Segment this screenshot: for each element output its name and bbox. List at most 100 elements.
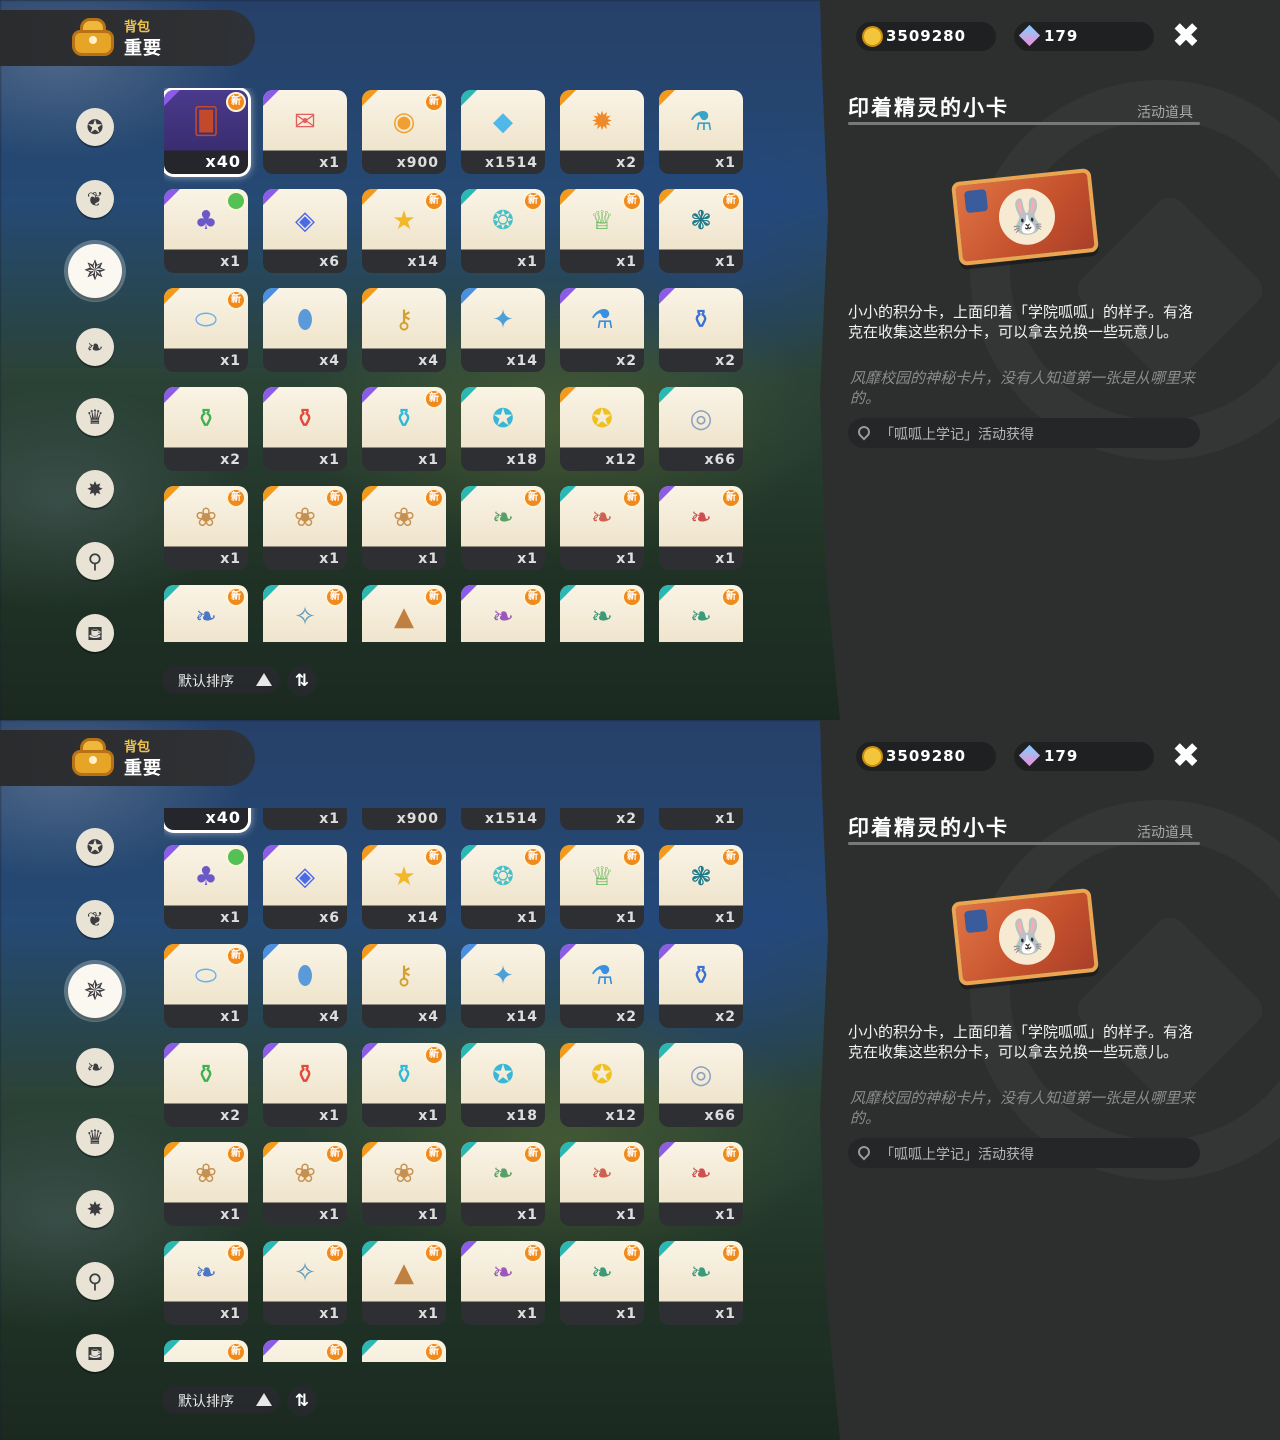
inventory-slot[interactable]: ❀ x1 新 xyxy=(362,486,446,570)
category-tab-leaf-icon[interactable]: ❦ xyxy=(76,180,114,218)
inventory-slot[interactable]: ❃ x1 新 xyxy=(659,845,743,929)
inventory-slot[interactable]: ◉x900新 xyxy=(362,808,446,830)
inventory-slot[interactable]: ⚗ x2 xyxy=(560,288,644,372)
inventory-slot[interactable]: ❀ x1 新 xyxy=(263,486,347,570)
item-grid-viewport[interactable]: 🂠x40新✉x1◉x900新◆x1514✹x2⚗x1 ♣x1◈x6★x14新❂x1… xyxy=(164,88,750,642)
inventory-slot[interactable]: ⚱ x2 xyxy=(659,944,743,1028)
inventory-slot[interactable]: ❧x1新 xyxy=(461,585,545,642)
inventory-slot[interactable]: ⚷ x4 xyxy=(362,944,446,1028)
inventory-slot[interactable]: ◆x1514 xyxy=(461,808,545,830)
inventory-slot[interactable]: ◈ x6 xyxy=(263,845,347,929)
inventory-slot[interactable]: ⚱ x2 xyxy=(659,288,743,372)
inventory-slot[interactable]: ⚱ x1 xyxy=(263,387,347,471)
inventory-slot[interactable]: ❧x1新 xyxy=(560,1142,644,1226)
inventory-slot[interactable]: ❀ x1 新 xyxy=(263,1142,347,1226)
inventory-slot[interactable]: ❧x1新 xyxy=(461,1241,545,1325)
inventory-slot[interactable]: ✧x1新 xyxy=(263,1241,347,1325)
category-tab-crown-scroll-icon[interactable]: ♛ xyxy=(76,1118,114,1156)
category-tab-star-badge-icon[interactable]: ✪ xyxy=(76,108,114,146)
inventory-slot[interactable]: ◎ x66 xyxy=(659,387,743,471)
inventory-slot[interactable]: ✦ x14 xyxy=(461,944,545,1028)
inventory-slot[interactable]: ♕ x1 新 xyxy=(560,189,644,273)
inventory-slot[interactable]: 🂠x40新 xyxy=(164,808,248,830)
category-tab-star-badge-icon[interactable]: ✪ xyxy=(76,828,114,866)
inventory-slot[interactable]: ⚱ x2 xyxy=(164,1043,248,1127)
category-tab-ball-icon[interactable]: ✸ xyxy=(76,1190,114,1228)
inventory-slot[interactable]: ▲x1新 xyxy=(362,1241,446,1325)
inventory-slot[interactable]: ❧x1新 xyxy=(263,1340,347,1362)
inventory-slot[interactable]: ⬭ x1 新 xyxy=(164,288,248,372)
inventory-slot[interactable]: ✉x1 xyxy=(263,808,347,830)
inventory-slot[interactable]: ◉x900新 xyxy=(362,90,446,174)
inventory-slot[interactable]: ❧x1新 xyxy=(164,1340,248,1362)
category-tab-leaf-icon[interactable]: ❦ xyxy=(76,900,114,938)
inventory-slot[interactable]: ❧x1新 xyxy=(164,585,248,642)
rarity-corner xyxy=(560,1043,576,1059)
inventory-slot[interactable]: ⬮ x4 xyxy=(263,288,347,372)
item-grid-viewport[interactable]: 🂠x40新 ✉x1 ◉x900新 ◆x1514 ✹x2 ⚗x1 ♣x1◈x6★x14新❂x1… xyxy=(164,808,750,1362)
inventory-slot[interactable]: ♣ x1 xyxy=(164,845,248,929)
category-tab-ball-icon[interactable]: ✸ xyxy=(76,470,114,508)
inventory-slot[interactable]: ❧x1新 xyxy=(164,1241,248,1325)
inventory-slot[interactable]: ❧x1新 xyxy=(560,486,644,570)
inventory-slot[interactable]: ❂ x1 新 xyxy=(461,189,545,273)
inventory-slot[interactable]: 🂠x40新 xyxy=(164,90,248,174)
inventory-slot[interactable]: ✪ x12 xyxy=(560,387,644,471)
close-button[interactable]: ✖ xyxy=(1168,18,1204,54)
sort-order-toggle-button[interactable]: ⇅ xyxy=(287,1386,317,1416)
close-button[interactable]: ✖ xyxy=(1168,738,1204,774)
inventory-slot[interactable]: ★ x14 新 xyxy=(362,189,446,273)
inventory-slot[interactable]: ❧x1新 xyxy=(659,585,743,642)
inventory-slot[interactable]: ♣ x1 xyxy=(164,189,248,273)
sort-order-toggle-button[interactable]: ⇅ xyxy=(287,666,317,696)
inventory-slot[interactable]: ✪ x18 xyxy=(461,1043,545,1127)
category-tab-crown-scroll-icon[interactable]: ♛ xyxy=(76,398,114,436)
inventory-slot[interactable]: ✉x1 xyxy=(263,90,347,174)
category-tab-armchair-icon[interactable]: ⛾ xyxy=(76,1334,114,1372)
inventory-slot[interactable]: ✪ x12 xyxy=(560,1043,644,1127)
sort-dropdown[interactable]: 默认排序 xyxy=(162,666,280,694)
inventory-slot[interactable]: ❧x1新 xyxy=(560,585,644,642)
inventory-slot[interactable]: ★ x14 新 xyxy=(362,845,446,929)
inventory-slot[interactable]: ❂ x1 新 xyxy=(461,845,545,929)
inventory-slot[interactable]: ❧x1新 xyxy=(362,1340,446,1362)
inventory-slot[interactable]: ✧x1新 xyxy=(263,585,347,642)
inventory-slot[interactable]: ⚱ x1 xyxy=(263,1043,347,1127)
inventory-slot[interactable]: ❧x1新 xyxy=(659,1142,743,1226)
category-tab-acorn-icon[interactable]: ⚲ xyxy=(76,1262,114,1300)
inventory-slot[interactable]: ◈ x6 xyxy=(263,189,347,273)
inventory-slot[interactable]: ⚗ x2 xyxy=(560,944,644,1028)
inventory-slot[interactable]: ❀ x1 新 xyxy=(164,486,248,570)
inventory-slot[interactable]: ❃ x1 新 xyxy=(659,189,743,273)
inventory-slot[interactable]: ✹x2 xyxy=(560,90,644,174)
inventory-slot[interactable]: ✹x2 xyxy=(560,808,644,830)
inventory-slot[interactable]: ⚱ x1 新 xyxy=(362,1043,446,1127)
inventory-slot[interactable]: ⚱ x1 新 xyxy=(362,387,446,471)
inventory-slot[interactable]: ♕ x1 新 xyxy=(560,845,644,929)
sort-dropdown[interactable]: 默认排序 xyxy=(162,1386,280,1414)
inventory-slot[interactable]: ⚗x1 xyxy=(659,90,743,174)
inventory-slot[interactable]: ◎ x66 xyxy=(659,1043,743,1127)
category-tab-leaves-icon[interactable]: ❧ xyxy=(76,328,114,366)
inventory-slot[interactable]: ⬮ x4 xyxy=(263,944,347,1028)
category-tab-armchair-icon[interactable]: ⛾ xyxy=(76,614,114,652)
inventory-slot[interactable]: ⚷ x4 xyxy=(362,288,446,372)
inventory-slot[interactable]: ⬭ x1 新 xyxy=(164,944,248,1028)
category-tab-acorn-icon[interactable]: ⚲ xyxy=(76,542,114,580)
inventory-slot[interactable]: ✦ x14 xyxy=(461,288,545,372)
inventory-slot[interactable]: ⚱ x2 xyxy=(164,387,248,471)
inventory-slot[interactable]: ▲x1新 xyxy=(362,585,446,642)
inventory-slot[interactable]: ❀ x1 新 xyxy=(362,1142,446,1226)
category-tab-leaves-icon[interactable]: ❧ xyxy=(76,1048,114,1086)
inventory-slot[interactable]: ◆x1514 xyxy=(461,90,545,174)
inventory-slot[interactable]: ❧x1新 xyxy=(659,486,743,570)
category-tab-sparkle-star-icon[interactable]: ✵ xyxy=(68,244,122,298)
inventory-slot[interactable]: ❧x1新 xyxy=(659,1241,743,1325)
inventory-slot[interactable]: ❀ x1 新 xyxy=(164,1142,248,1226)
inventory-slot[interactable]: ✪ x18 xyxy=(461,387,545,471)
inventory-slot[interactable]: ❧x1新 xyxy=(461,486,545,570)
inventory-slot[interactable]: ❧x1新 xyxy=(461,1142,545,1226)
inventory-slot[interactable]: ❧x1新 xyxy=(560,1241,644,1325)
inventory-slot[interactable]: ⚗x1 xyxy=(659,808,743,830)
category-tab-sparkle-star-icon[interactable]: ✵ xyxy=(68,964,122,1018)
